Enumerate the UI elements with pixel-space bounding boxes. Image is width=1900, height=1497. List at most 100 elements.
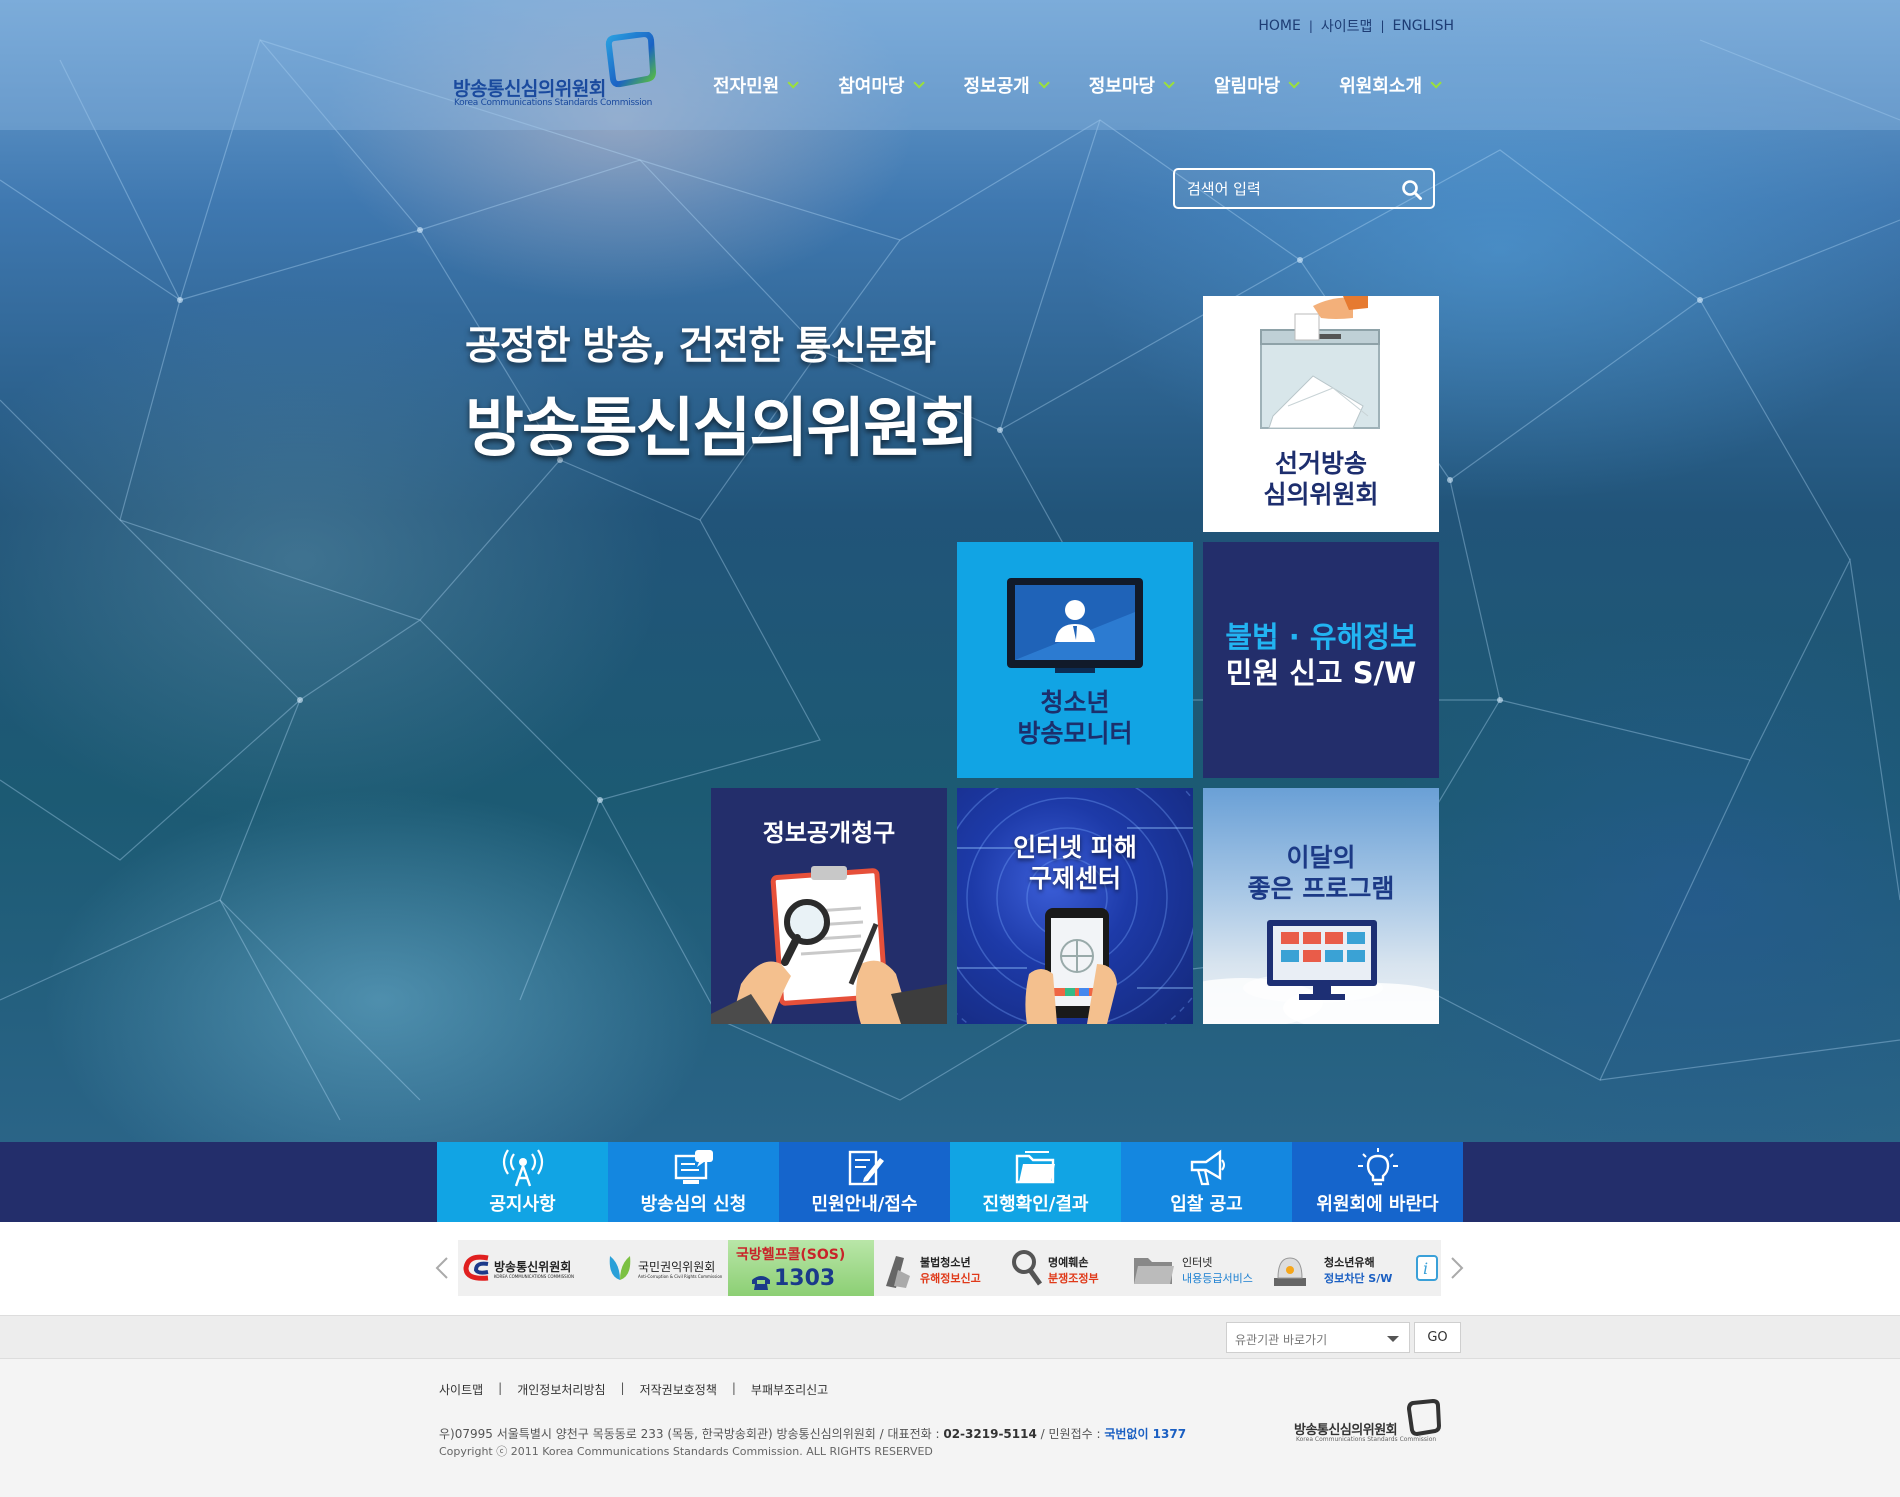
menu-label: 알림마당 (1214, 76, 1281, 97)
quick-broadcast-review-request[interactable]: 방송심의 신청 (608, 1142, 779, 1222)
site-logo[interactable]: 방송통신심의위원회 Korea Communications Standards… (452, 32, 662, 112)
megaphone-icon (1190, 1149, 1225, 1186)
menu-notice[interactable]: 알림마당 (1214, 72, 1301, 98)
hero-subtitle: 공정한 방송, 건전한 통신문화 (465, 324, 936, 369)
logo-english-text: Korea Communications Standards Commissio… (454, 98, 652, 108)
kcsc-logo-icon (605, 32, 656, 88)
phone-icon (752, 1276, 770, 1290)
banner-kcc[interactable]: 방송통신위원회 KOREA COMMUNICATIONS COMMISSION (458, 1240, 598, 1296)
banner-partial-next[interactable]: i (1414, 1240, 1441, 1296)
quick-label: 입찰 공고 (1170, 1194, 1243, 1215)
kcc-logo-icon (463, 1254, 489, 1281)
search-box (1173, 168, 1435, 209)
quick-bid-notice[interactable]: 입찰 공고 (1121, 1142, 1292, 1222)
tile-program-of-the-month[interactable]: 이달의 좋은 프로그램 (1203, 788, 1439, 1024)
menu-disclosure[interactable]: 정보공개 (963, 72, 1050, 98)
tile-illegal-report-software[interactable]: 불법 · 유해정보 민원 신고 S/W (1203, 542, 1439, 778)
ballot-box-icon (1260, 296, 1380, 429)
chevron-down-icon (1288, 77, 1301, 89)
menu-participation[interactable]: 참여마당 (838, 72, 925, 98)
quick-label: 민원안내/접수 (811, 1194, 918, 1215)
hero-background: 방송통신심의위원회 Korea Communications Standards… (0, 0, 1900, 1142)
menu-about[interactable]: 위원회소개 (1339, 72, 1442, 98)
clipboard-magnifier-icon (711, 866, 947, 1024)
separator: | (498, 1381, 503, 1395)
document-pen-icon (848, 1150, 884, 1186)
separator: | (620, 1381, 625, 1395)
search-icon[interactable] (1401, 179, 1423, 201)
alarm-light-icon (1274, 1257, 1306, 1286)
chevron-left-icon[interactable] (434, 1256, 450, 1280)
magnifier-icon (1012, 1250, 1043, 1286)
kcsc-logo-icon (1406, 1399, 1442, 1437)
banner-sos-helpcall[interactable]: 국방헬프콜(SOS) 1303 (728, 1240, 874, 1296)
footer-address: 우)07995 서울특별시 양천구 목동동로 233 (목동, 한국방송회관) … (439, 1427, 1187, 1441)
go-button[interactable]: GO (1414, 1322, 1461, 1353)
banner-youth-illegal-report[interactable]: 불법청소년 유해정보신고 (874, 1240, 1004, 1296)
antenna-icon (502, 1149, 544, 1187)
banner-youth-harmful-block[interactable]: 청소년유해 정보차단 S/W (1266, 1240, 1414, 1296)
menu-info[interactable]: 정보마당 (1088, 72, 1175, 98)
banner-defamation-dispute[interactable]: 명예훼손 분쟁조정부 (1004, 1240, 1128, 1296)
tile-label: 정보공개청구 (762, 819, 896, 847)
menu-label: 위원회소개 (1339, 76, 1423, 97)
select-label: 유관기관 바로가기 (1235, 1333, 1328, 1347)
info-icon: i (1416, 1255, 1438, 1281)
separator: | (1308, 19, 1313, 33)
svg-text:i: i (1423, 1259, 1428, 1278)
footer-link-corruption-report[interactable]: 부패부조리신고 (751, 1381, 828, 1398)
monitor-chat-icon (674, 1150, 713, 1184)
footer-link-privacy[interactable]: 개인정보처리방침 (517, 1381, 605, 1398)
footer-link-sitemap[interactable]: 사이트맵 (439, 1381, 483, 1398)
utility-links: HOME | 사이트맵 | ENGLISH (1258, 16, 1454, 36)
logo-korean-text: 방송통신심의위원회 (453, 78, 606, 100)
tile-label: 인터넷 피해 구제센터 (1013, 833, 1137, 893)
related-site-banners: 방송통신위원회 KOREA COMMUNICATIONS COMMISSION … (0, 1222, 1900, 1315)
tile-label-highlight: 불법 · 유해정보 (1225, 620, 1417, 654)
tile-label: 민원 신고 S/W (1225, 656, 1417, 690)
chevron-right-icon[interactable] (1449, 1256, 1465, 1280)
home-link[interactable]: HOME (1258, 18, 1300, 34)
quick-label: 진행확인/결과 (982, 1194, 1089, 1215)
acrc-logo-icon (609, 1256, 631, 1280)
footer-logo: 방송통신심의위원회 Korea Communications Standards… (1294, 1399, 1444, 1451)
quick-menu: 공지사항 방송심의 신청 민원안내/접수 진행확인/결과 입찰 공고 위원회에 … (437, 1142, 1463, 1222)
quick-suggestions[interactable]: 위원회에 바란다 (1292, 1142, 1463, 1222)
chevron-down-icon (787, 77, 800, 89)
menu-e-civil[interactable]: 전자민원 (713, 72, 800, 98)
folder-icon (1015, 1151, 1055, 1184)
top-header-bar (0, 0, 1900, 130)
tile-election-commission[interactable]: 선거방송 심의위원회 (1203, 296, 1439, 532)
smartphone-hand-icon (1025, 908, 1117, 1024)
tile-label: 이달의 좋은 프로그램 (1247, 843, 1395, 903)
quick-progress-check[interactable]: 진행확인/결과 (950, 1142, 1121, 1222)
hand-pen-icon (886, 1256, 910, 1288)
search-input[interactable] (1187, 176, 1387, 202)
quick-notice[interactable]: 공지사항 (437, 1142, 608, 1222)
dropdown-arrow-icon (1387, 1336, 1399, 1342)
hero-title: 방송통신심의위원회 (465, 392, 979, 466)
sitemap-link[interactable]: 사이트맵 (1321, 16, 1373, 36)
quick-label: 위원회에 바란다 (1316, 1194, 1439, 1215)
chevron-down-icon (1038, 77, 1050, 89)
footer-logo-english: Korea Communications Standards Commissio… (1296, 1436, 1437, 1443)
tile-youth-monitor[interactable]: 청소년 방송모니터 (957, 542, 1193, 778)
footer-links: 사이트맵 | 개인정보처리방침 | 저작권보호정책 | 부패부조리신고 (439, 1381, 828, 1398)
family-site-select[interactable]: 유관기관 바로가기 (1226, 1322, 1410, 1353)
network-lines-decoration (0, 38, 1900, 1121)
folder-icon (1134, 1258, 1174, 1284)
footer-link-copyright-policy[interactable]: 저작권보호정책 (640, 1381, 717, 1398)
quick-label: 방송심의 신청 (640, 1194, 747, 1215)
footer-copyright: Copyright ⓒ 2011 Korea Communications St… (439, 1445, 933, 1458)
banner-acrc[interactable]: 국민권익위원회 Anti-Corruption & Civil Rights C… (598, 1240, 728, 1296)
menu-label: 정보공개 (963, 76, 1030, 97)
menu-label: 전자민원 (713, 76, 780, 97)
main-navigation: 전자민원 참여마당 정보공개 정보마당 알림마당 위원회소개 (713, 72, 1442, 98)
menu-label: 정보마당 (1088, 76, 1155, 97)
tile-information-disclosure-request[interactable]: 정보공개청구 (711, 788, 947, 1024)
banner-internet-rating-service[interactable]: 인터넷 내용등급서비스 (1128, 1240, 1266, 1296)
english-link[interactable]: ENGLISH (1392, 18, 1454, 34)
quick-civil-guide[interactable]: 민원안내/접수 (779, 1142, 950, 1222)
tile-internet-damage-relief-center[interactable]: 인터넷 피해 구제센터 (957, 788, 1193, 1024)
chevron-down-icon (912, 77, 925, 89)
